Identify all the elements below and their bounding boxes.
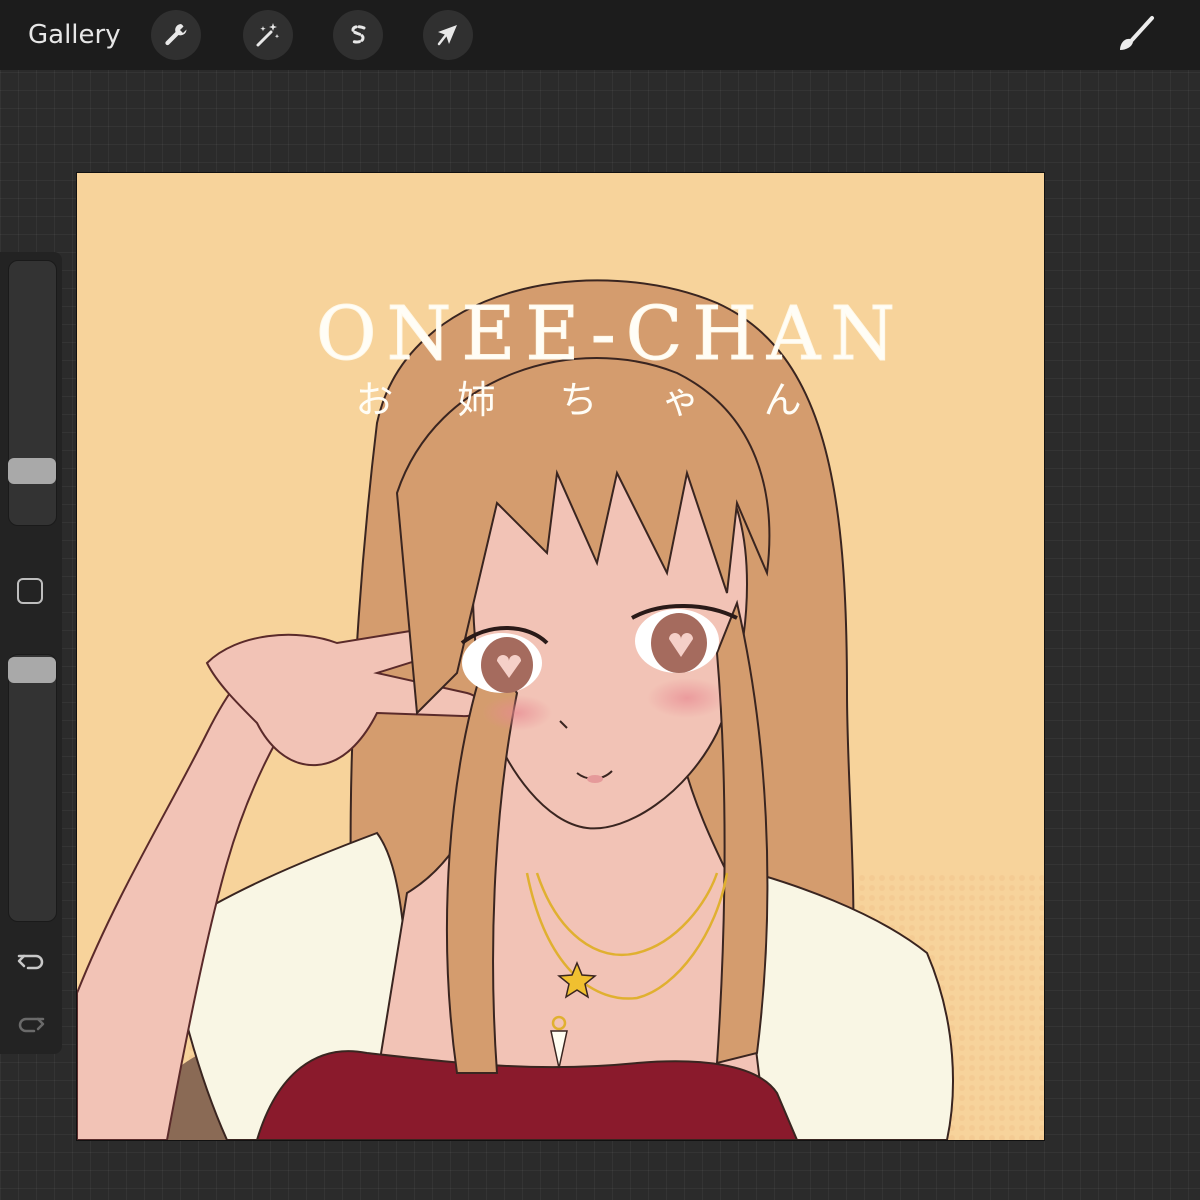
paintbrush-icon: [1120, 16, 1154, 50]
left-sidebar: [0, 252, 62, 1054]
undo-arrow-icon: [17, 954, 44, 970]
magic-wand-icon: [256, 23, 280, 47]
lip: [587, 775, 603, 783]
artwork-title-japanese: お 姉 ち ゃ ん: [355, 378, 828, 422]
right-blush: [647, 678, 727, 718]
top-toolbar: Gallery: [0, 0, 1200, 70]
opacity-handle[interactable]: [8, 657, 56, 683]
actions-wrench-button[interactable]: [151, 10, 201, 60]
transform-button[interactable]: [423, 10, 473, 60]
redo-arrow-icon: [18, 1017, 45, 1033]
arrow-cursor-icon: [437, 25, 457, 46]
left-blush: [482, 695, 552, 731]
brush-size-slider[interactable]: [8, 260, 57, 526]
wrench-icon: [165, 24, 187, 46]
brush-tool-button[interactable]: [1112, 14, 1158, 56]
adjustments-button[interactable]: [243, 10, 293, 60]
brush-size-handle[interactable]: [8, 458, 56, 484]
modify-square-button[interactable]: [17, 578, 43, 604]
artwork-title-english: ONEE-CHAN: [315, 291, 906, 378]
redo-button[interactable]: [14, 1007, 48, 1041]
selection-button[interactable]: [333, 10, 383, 60]
opacity-slider[interactable]: [8, 654, 57, 922]
undo-button[interactable]: [14, 944, 48, 978]
drawing-canvas[interactable]: ONEE-CHAN お 姉 ち ゃ ん: [77, 173, 1044, 1140]
selection-s-icon: [350, 25, 366, 44]
gallery-button[interactable]: Gallery: [28, 18, 121, 52]
